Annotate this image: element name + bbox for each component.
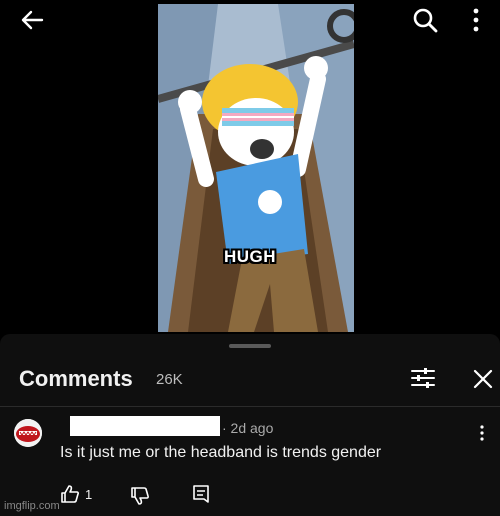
search-icon[interactable]: [410, 5, 440, 35]
redacted-username: [70, 416, 220, 436]
watermark: imgflip.com: [4, 500, 60, 512]
avatar[interactable]: [14, 419, 42, 447]
filter-icon[interactable]: [410, 366, 436, 390]
more-vert-icon[interactable]: [470, 6, 482, 34]
video-illustration: [158, 4, 354, 332]
like-count: 1: [85, 487, 93, 502]
avatar-image: [14, 419, 42, 447]
reply-icon[interactable]: [192, 484, 210, 504]
thumbs-up-icon[interactable]: [60, 484, 80, 504]
thumbs-down-icon[interactable]: [130, 486, 150, 506]
video-caption: HUGH: [224, 247, 277, 266]
close-icon[interactable]: [472, 368, 494, 390]
arrow-left-icon[interactable]: [18, 6, 46, 34]
comment-text: Is it just me or the headband is trends …: [60, 444, 382, 461]
video-thumbnail[interactable]: HUGH: [158, 4, 354, 332]
comment-time: · 2d ago: [222, 420, 274, 436]
divider: [0, 406, 500, 407]
comments-title: Comments: [19, 366, 133, 391]
more-vert-icon[interactable]: [478, 424, 486, 442]
drag-handle[interactable]: [229, 344, 271, 348]
comments-count: 26K: [156, 371, 183, 388]
